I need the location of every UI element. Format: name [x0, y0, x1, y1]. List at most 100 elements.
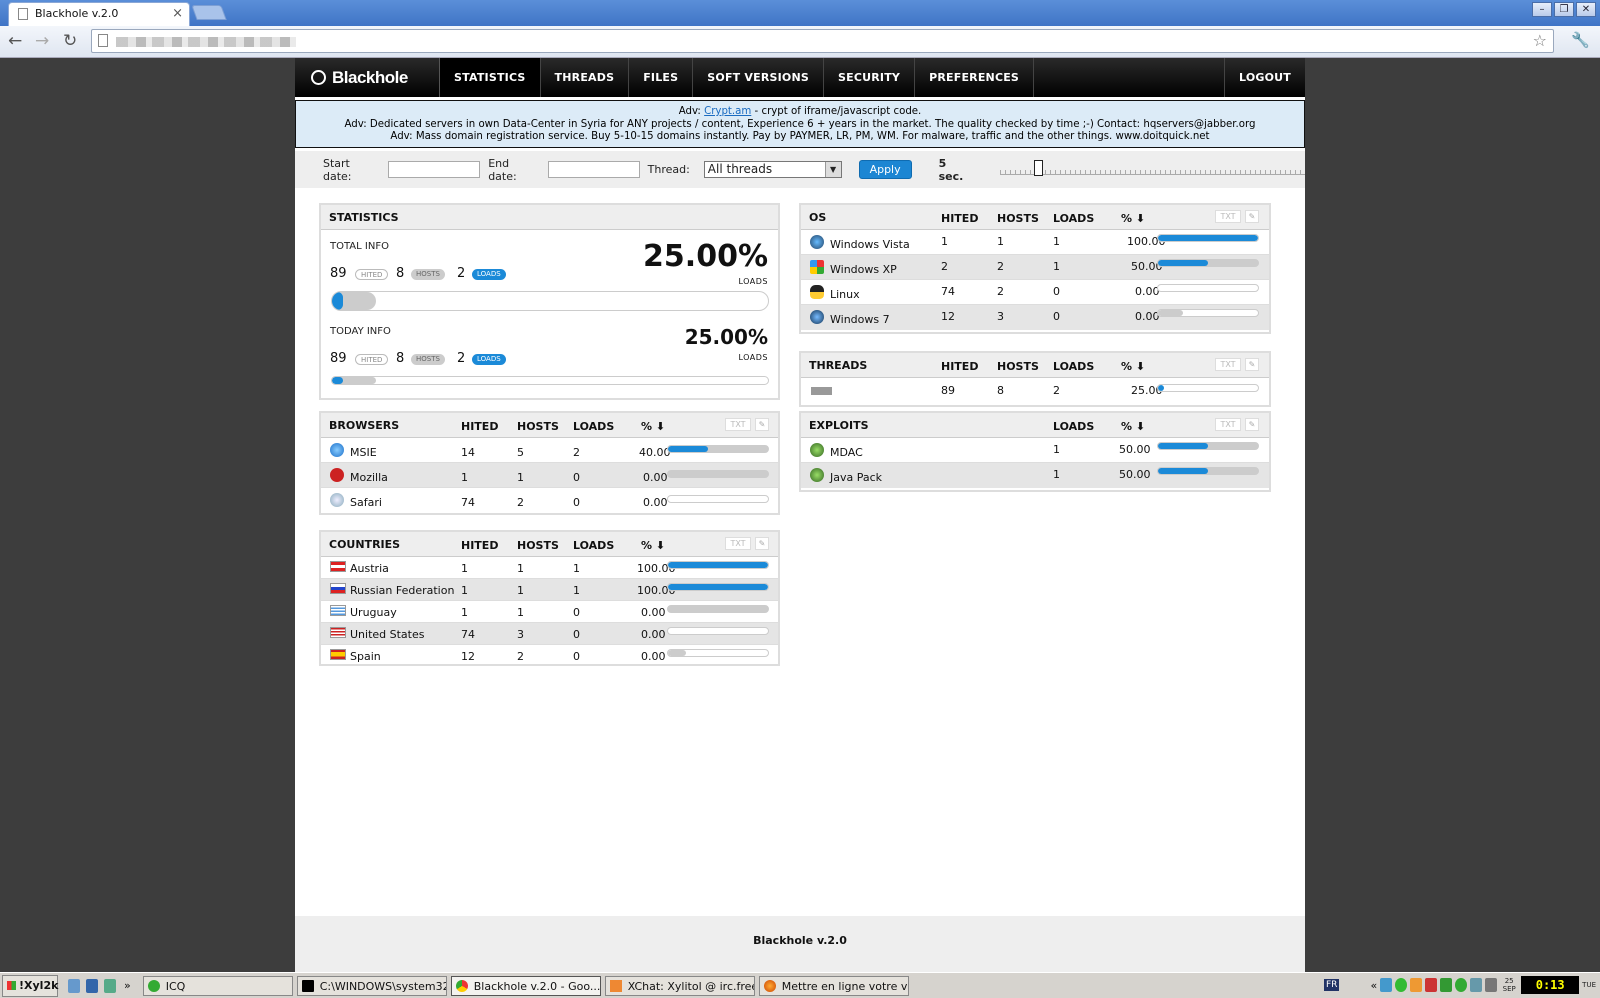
- reload-icon[interactable]: ↻: [63, 31, 77, 51]
- percent-value: 0.00: [641, 628, 666, 641]
- col-hosts[interactable]: HOSTS: [517, 420, 559, 433]
- loads-value: 0: [573, 606, 580, 619]
- nav-statistics[interactable]: STATISTICS: [439, 58, 540, 97]
- forward-arrow-icon[interactable]: →: [35, 31, 49, 51]
- thread-select[interactable]: All threads ▼: [703, 161, 842, 178]
- wrench-icon[interactable]: ✎: [1245, 418, 1259, 431]
- col-loads[interactable]: LOADS: [573, 420, 614, 433]
- statistics-panel: STATISTICS TOTAL INFO 89 HITED 8 HOSTS 2…: [319, 203, 780, 400]
- quicklaunch-overflow-icon[interactable]: »: [124, 979, 131, 992]
- volume-tray-icon[interactable]: [1470, 978, 1483, 992]
- col-percent[interactable]: % ⬇: [1121, 360, 1145, 373]
- app-quicklaunch-icon[interactable]: [86, 978, 98, 993]
- col-hited[interactable]: HITED: [941, 360, 978, 373]
- loads-value: 0: [1053, 285, 1060, 298]
- restore-button[interactable]: ❐: [1554, 2, 1574, 17]
- os-panel: OS HITED HOSTS LOADS % ⬇ TXT ✎ Windows V…: [799, 203, 1271, 334]
- tool-tray-icon[interactable]: [1485, 978, 1498, 992]
- minimize-button[interactable]: –: [1532, 2, 1552, 17]
- percent-bar: [1157, 284, 1259, 292]
- start-date-input[interactable]: [388, 161, 481, 178]
- taskbar-label: Blackhole v.2.0 - Goo...: [473, 979, 601, 993]
- nav-security[interactable]: SECURITY: [823, 58, 914, 97]
- new-tab-button[interactable]: [191, 5, 227, 20]
- loads-value: 0: [573, 628, 580, 641]
- nav-soft-versions[interactable]: SOFT VERSIONS: [692, 58, 823, 97]
- browser-tab[interactable]: Blackhole v.2.0 ×: [8, 2, 190, 26]
- ie-quicklaunch-icon[interactable]: [68, 978, 80, 993]
- col-hosts[interactable]: HOSTS: [997, 212, 1039, 225]
- taskbar-item-icq[interactable]: ICQ: [142, 975, 293, 996]
- nav-threads[interactable]: THREADS: [539, 58, 629, 97]
- clock-time[interactable]: 0:13: [1521, 976, 1580, 994]
- antivirus-tray-icon[interactable]: [1440, 978, 1453, 992]
- col-hited[interactable]: HITED: [461, 420, 498, 433]
- loads-tag: LOADS: [472, 354, 506, 365]
- chart-quicklaunch-icon[interactable]: [104, 978, 116, 993]
- txt-export-button[interactable]: TXT: [725, 537, 751, 550]
- address-bar[interactable]: ☆: [91, 29, 1554, 53]
- today-hosts: 8: [396, 351, 405, 366]
- crypt-link[interactable]: Crypt.am: [704, 106, 751, 117]
- txt-export-button[interactable]: TXT: [1215, 358, 1241, 371]
- alert-tray-icon[interactable]: [1425, 978, 1438, 992]
- col-percent[interactable]: % ⬇: [1121, 420, 1145, 433]
- security-tray-icon[interactable]: [1395, 978, 1408, 992]
- nav-files[interactable]: FILES: [628, 58, 692, 97]
- xchat-icon: [609, 979, 622, 992]
- taskbar-item-firefox[interactable]: Mettre en ligne votre vid...: [758, 975, 909, 996]
- chevron-down-icon: ▼: [824, 162, 841, 177]
- col-loads[interactable]: LOADS: [1053, 420, 1094, 433]
- apply-button[interactable]: Apply: [858, 160, 912, 179]
- wrench-icon[interactable]: ✎: [1245, 210, 1259, 223]
- percent-bar: [1157, 259, 1259, 267]
- col-percent[interactable]: % ⬇: [641, 539, 665, 552]
- hited-value: 12: [461, 650, 475, 663]
- col-loads[interactable]: LOADS: [573, 539, 614, 552]
- col-percent[interactable]: % ⬇: [1121, 212, 1145, 225]
- end-date-input[interactable]: [547, 161, 640, 178]
- col-loads[interactable]: LOADS: [1053, 360, 1094, 373]
- percent-bar: [667, 561, 769, 569]
- tab-close-icon[interactable]: ×: [172, 6, 183, 21]
- nav-preferences[interactable]: PREFERENCES: [914, 58, 1035, 97]
- taskbar-item-chrome[interactable]: Blackhole v.2.0 - Goo...: [450, 975, 601, 996]
- logout-link[interactable]: LOGOUT: [1224, 58, 1305, 97]
- wrench-icon[interactable]: ✎: [1245, 358, 1259, 371]
- close-window-button[interactable]: ✕: [1576, 2, 1596, 17]
- threads-panel: THREADS HITED HOSTS LOADS % ⬇ TXT ✎ 89 8 2…: [799, 351, 1271, 407]
- loads-value: 0: [1053, 310, 1060, 323]
- language-indicator[interactable]: FR: [1324, 979, 1340, 991]
- threads-header: THREADS HITED HOSTS LOADS % ⬇ TXT ✎: [801, 353, 1269, 378]
- icq-tray-icon[interactable]: [1455, 978, 1468, 992]
- wrench-icon[interactable]: ✎: [755, 418, 769, 431]
- slider-handle[interactable]: [1033, 159, 1043, 176]
- hited-value: 74: [461, 496, 475, 509]
- col-loads[interactable]: LOADS: [1053, 212, 1094, 225]
- tray-expand-icon[interactable]: «: [1370, 979, 1377, 992]
- txt-export-button[interactable]: TXT: [725, 418, 751, 431]
- taskbar-item-xchat[interactable]: XChat: Xylitol @ irc.free...: [604, 975, 755, 996]
- logo[interactable]: Blackhole: [295, 58, 439, 97]
- col-hited[interactable]: HITED: [941, 212, 978, 225]
- col-percent[interactable]: % ⬇: [641, 420, 665, 433]
- browser-toolbar: ← → ↻ ☆ 🔧: [0, 26, 1600, 58]
- wrench-icon[interactable]: 🔧: [1571, 31, 1590, 49]
- ad-banner: Adv: Crypt.am - crypt of iframe/javascri…: [295, 100, 1305, 148]
- logo-ring-icon: [311, 70, 326, 85]
- txt-export-button[interactable]: TXT: [1215, 418, 1241, 431]
- taskbar-item-cmd[interactable]: C:\WINDOWS\system32...: [296, 975, 447, 996]
- col-hosts[interactable]: HOSTS: [997, 360, 1039, 373]
- col-hosts[interactable]: HOSTS: [517, 539, 559, 552]
- total-loads-percent: 25.00%: [643, 239, 768, 274]
- browser-name: MSIE: [350, 446, 377, 459]
- txt-export-button[interactable]: TXT: [1215, 210, 1241, 223]
- app-tray-icon[interactable]: [1410, 978, 1423, 992]
- col-hited[interactable]: HITED: [461, 539, 498, 552]
- bookmark-star-icon[interactable]: ☆: [1533, 31, 1547, 50]
- network-tray-icon[interactable]: [1380, 978, 1393, 992]
- start-button[interactable]: !Xyl2k: [2, 974, 58, 997]
- back-arrow-icon[interactable]: ←: [8, 31, 22, 51]
- refresh-slider[interactable]: [999, 159, 1305, 176]
- wrench-icon[interactable]: ✎: [755, 537, 769, 550]
